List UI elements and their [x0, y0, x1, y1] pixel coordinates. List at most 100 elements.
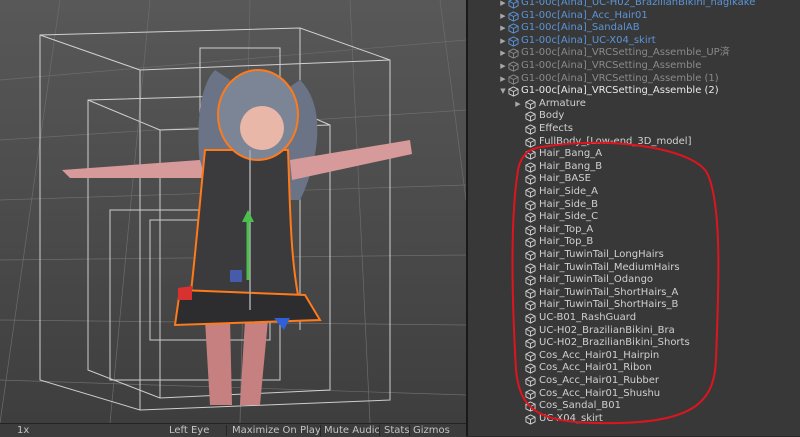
hierarchy-item[interactable]: UC-X04_skirt	[468, 413, 800, 426]
hierarchy-item[interactable]: Hair_TuwinTail_ShortHairs_B	[468, 299, 800, 312]
scene-bottom-toolbar: 1x Left Eye Maximize On Play Mute Audio …	[0, 423, 466, 437]
prefab-cube-icon	[508, 36, 519, 47]
hierarchy-item[interactable]: ▶ G1-00c[Aina]_UC-H02_BrazilianBikini_hag…	[468, 0, 800, 10]
expand-arrow-icon[interactable]: ▶	[499, 22, 507, 35]
hierarchy-item[interactable]: Hair_TuwinTail_Odango	[468, 274, 800, 287]
hierarchy-item[interactable]: ▶ G1-00c[Aina]_Acc_Hair01	[468, 10, 800, 23]
hierarchy-item[interactable]: Cos_Acc_Hair01_Ribon	[468, 362, 800, 375]
cube-icon	[525, 225, 536, 236]
hierarchy-item-label: G1-00c[Aina]_VRCSetting_Assemble	[521, 60, 702, 71]
hierarchy-item[interactable]: ▼ G1-00c[Aina]_VRCSetting_Assemble (2)	[468, 85, 800, 98]
cube-icon	[525, 111, 536, 122]
hierarchy-item[interactable]: Cos_Acc_Hair01_Hairpin	[468, 350, 800, 363]
hierarchy-item[interactable]: UC-H02_BrazilianBikini_Bra	[468, 325, 800, 338]
prefab-cube-icon	[508, 10, 519, 22]
hierarchy-item[interactable]: Hair_TuwinTail_ShortHairs_A	[468, 287, 800, 300]
cube-icon	[525, 414, 536, 425]
hierarchy-item[interactable]: Body	[468, 110, 800, 123]
hierarchy-item[interactable]: Cos_Acc_Hair01_Rubber	[468, 375, 800, 388]
hierarchy-item-label: G1-00c[Aina]_VRCSetting_Assemble (1)	[521, 72, 719, 84]
hierarchy-item-label: Hair_Bang_A	[539, 148, 603, 160]
hierarchy-item[interactable]: Hair_TuwinTail_LongHairs	[468, 249, 800, 262]
hierarchy-item-label: Hair_TuwinTail_MediumHairs	[539, 261, 680, 273]
hierarchy-item-label: UC-X04_skirt	[539, 412, 603, 424]
hierarchy-item[interactable]: ▶ G1-00c[Aina]_SandalAB	[468, 22, 800, 35]
toolbar-divider	[226, 425, 227, 436]
cube-icon	[525, 313, 536, 324]
cube-icon	[525, 325, 536, 337]
hierarchy-item[interactable]: Hair_Top_A	[468, 224, 800, 237]
expand-arrow-icon[interactable]: ▶	[499, 35, 507, 48]
cube-icon	[525, 250, 536, 261]
hierarchy-item-label: Hair_Side_A	[539, 186, 599, 197]
hierarchy-item[interactable]: ▶ G1-00c[Aina]_VRCSetting_Assemble_UP済	[468, 47, 800, 60]
display-dropdown[interactable]: Left Eye	[166, 424, 212, 437]
hierarchy-item[interactable]: Cos_Sandal_B01	[468, 400, 800, 413]
mute-audio-toggle[interactable]: Mute Audio	[321, 424, 384, 437]
cube-icon	[525, 300, 536, 311]
expand-arrow-icon[interactable]: ▶	[499, 47, 507, 60]
hierarchy-item[interactable]: Hair_Top_B	[468, 236, 800, 249]
hierarchy-item[interactable]: Hair_Side_C	[468, 211, 800, 224]
hierarchy-item-label: Effects	[539, 123, 573, 134]
cube-icon	[525, 199, 536, 211]
hierarchy-item[interactable]: UC-B01_RashGuard	[468, 312, 800, 325]
expand-arrow-icon[interactable]: ▶	[499, 60, 507, 73]
hierarchy-item[interactable]: Hair_Bang_B	[468, 161, 800, 174]
prefab-cube-icon	[508, 0, 519, 9]
hierarchy-item-label: G1-00c[Aina]_VRCSetting_Assemble (2)	[521, 85, 719, 97]
hierarchy-item[interactable]: ▶ G1-00c[Aina]_UC-X04_skirt	[468, 35, 800, 48]
gizmos-dropdown[interactable]: Gizmos	[410, 424, 453, 437]
hierarchy-item-label: UC-H02_BrazilianBikini_Shorts	[539, 337, 690, 349]
expand-arrow-icon[interactable]: ▶	[499, 0, 507, 10]
cube-icon	[508, 86, 519, 97]
hierarchy-item-label: G1-00c[Aina]_VRCSetting_Assemble_UP済	[521, 47, 730, 59]
hierarchy-item-label: Cos_Acc_Hair01_Rubber	[539, 375, 660, 386]
hierarchy-item[interactable]: Cos_Acc_Hair01_Shushu	[468, 388, 800, 401]
hierarchy-item-label: Cos_Acc_Hair01_Shushu	[539, 387, 661, 399]
hierarchy-panel: ▶ G1-00c[Aina]_UC-H02_BrazilianBikini_hag…	[468, 0, 800, 436]
hierarchy-item-label: Body	[539, 110, 565, 122]
cube-icon	[525, 338, 536, 349]
hierarchy-item-label: Hair_Side_C	[539, 211, 599, 223]
expand-arrow-icon[interactable]: ▶	[514, 98, 522, 111]
character-model[interactable]	[62, 69, 412, 405]
hierarchy-item-label: Cos_Acc_Hair01_Ribon	[539, 362, 652, 374]
hierarchy-item[interactable]: UC-H02_BrazilianBikini_Shorts	[468, 337, 800, 350]
hierarchy-item-label: G1-00c[Aina]_Acc_Hair01	[521, 9, 648, 21]
hierarchy-item[interactable]: ▶ Armature	[468, 98, 800, 111]
cube-icon	[525, 136, 536, 148]
hierarchy-item[interactable]: Hair_Bang_A	[468, 148, 800, 161]
hierarchy-item-label: Hair_TuwinTail_ShortHairs_A	[539, 286, 679, 298]
scene-view[interactable]	[0, 0, 466, 423]
scale-value[interactable]: 1x	[14, 424, 32, 437]
hierarchy-item[interactable]: Hair_TuwinTail_MediumHairs	[468, 262, 800, 275]
cube-icon	[508, 73, 519, 85]
hierarchy-item[interactable]: FullBody_[Low-end_3D_model]	[468, 136, 800, 149]
hierarchy-item-label: Cos_Sandal_B01	[539, 400, 621, 412]
hierarchy-item[interactable]: ▶ G1-00c[Aina]_VRCSetting_Assemble (1)	[468, 73, 800, 86]
cube-icon	[525, 212, 536, 223]
stats-toggle[interactable]: Stats	[381, 424, 413, 437]
cube-icon	[525, 187, 536, 198]
hierarchy-item-label: FullBody_[Low-end_3D_model]	[539, 135, 692, 147]
expand-arrow-icon[interactable]: ▶	[499, 73, 507, 86]
hierarchy-item-label: UC-H02_BrazilianBikini_Bra	[539, 324, 675, 336]
hierarchy-item[interactable]: Hair_Side_A	[468, 186, 800, 199]
cube-icon	[525, 388, 536, 400]
hierarchy-item[interactable]: Hair_Side_B	[468, 199, 800, 212]
cube-icon	[525, 288, 536, 299]
maximize-on-play-toggle[interactable]: Maximize On Play	[229, 424, 324, 437]
hierarchy-item[interactable]: ▶ G1-00c[Aina]_VRCSetting_Assemble	[468, 60, 800, 73]
cube-icon	[525, 99, 536, 110]
hierarchy-item[interactable]: Hair_BASE	[468, 173, 800, 186]
expand-arrow-icon[interactable]: ▶	[499, 10, 507, 23]
hierarchy-item-label: Hair_Side_B	[539, 198, 599, 210]
cube-icon	[525, 174, 536, 185]
hierarchy-item[interactable]: Effects	[468, 123, 800, 136]
hierarchy-item-label: Hair_BASE	[539, 173, 591, 185]
hierarchy-item-label: Hair_Top_B	[539, 236, 594, 248]
cube-icon	[525, 376, 536, 387]
hierarchy-item-label: G1-00c[Aina]_UC-X04_skirt	[521, 34, 656, 46]
collapse-arrow-icon[interactable]: ▼	[499, 85, 507, 98]
